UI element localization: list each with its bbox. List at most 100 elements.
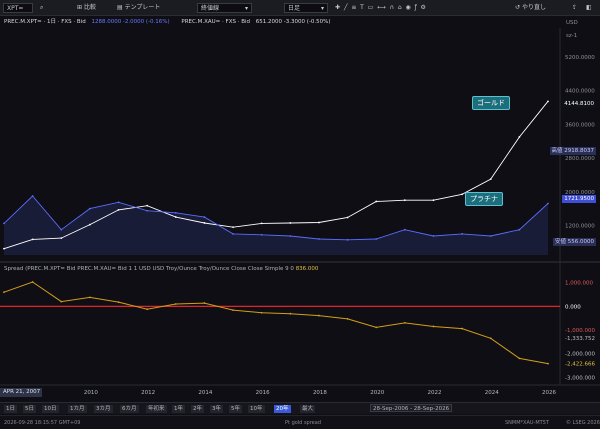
spread-tick-label: -1,333.752 xyxy=(565,336,595,342)
price-tick-label: 1200.0000 xyxy=(565,223,595,229)
spread-point xyxy=(260,311,263,314)
x-axis-label: 2026 xyxy=(542,390,556,396)
platinum-callout: プラチナ xyxy=(465,192,503,206)
platinum-point xyxy=(489,235,492,237)
gold-point xyxy=(232,226,234,229)
platinum-point xyxy=(60,228,63,231)
spread-line xyxy=(3,281,549,365)
spread-point xyxy=(232,309,234,312)
x-axis-label: 2012 xyxy=(141,390,156,396)
spread-point xyxy=(174,303,177,305)
period-button[interactable]: 1カ月 xyxy=(68,405,87,413)
gold-point xyxy=(461,193,464,196)
spread-pane-title: Spread (PREC.M.XPT= Bid PREC.M.XAU= Bid … xyxy=(4,266,318,272)
platinum-point xyxy=(146,209,149,212)
period-button[interactable]: 最大 xyxy=(300,405,316,413)
gold-point xyxy=(146,204,149,207)
gold-point xyxy=(174,216,177,218)
platinum-point xyxy=(318,238,320,240)
period-button[interactable]: 1年 xyxy=(172,405,185,413)
spread-value: 836.000 xyxy=(295,266,319,272)
spread-point xyxy=(289,312,292,315)
platinum-point xyxy=(174,211,177,214)
spread-point xyxy=(117,301,120,304)
gold-callout: ゴールド xyxy=(472,96,510,110)
platinum-point xyxy=(31,195,34,197)
platinum-point xyxy=(3,222,5,225)
status-right: SNMM*XAU-MT5T xyxy=(505,420,549,426)
spread-point xyxy=(318,314,320,317)
spread-point xyxy=(3,291,5,294)
spread-title-text: Spread (PREC.M.XPT= Bid PREC.M.XAU= Bid … xyxy=(4,266,294,272)
period-button[interactable]: 20年 xyxy=(274,405,291,413)
chart-svg[interactable]: 5200.00004400.00003600.00002800.00002000… xyxy=(0,0,600,429)
platinum-point xyxy=(203,216,206,218)
gold-point xyxy=(117,208,120,211)
platinum-point xyxy=(232,233,234,235)
gold-point xyxy=(31,238,34,241)
gold-point xyxy=(547,100,549,103)
spread-point xyxy=(88,296,91,299)
spread-point xyxy=(146,308,149,311)
period-button[interactable]: 年初来 xyxy=(146,405,167,413)
price-tick-label: 2800.0000 xyxy=(565,156,595,162)
x-axis-label: 2020 xyxy=(370,390,385,396)
high-tag: 高値 2918.8037 xyxy=(549,147,596,155)
platinum-point xyxy=(117,201,120,204)
gold-point xyxy=(203,222,206,224)
x-axis-label: 2016 xyxy=(255,390,270,396)
date-range-field[interactable]: 28-Sep-2006 - 28-Sep-2026 xyxy=(370,404,453,412)
period-button[interactable]: 5日 xyxy=(23,405,36,413)
x-axis-label: 2014 xyxy=(198,390,213,396)
platinum-point xyxy=(547,202,549,205)
spread-tick-label: 0.000 xyxy=(565,304,581,310)
period-button[interactable]: 2年 xyxy=(191,405,204,413)
gold-point xyxy=(403,199,406,202)
status-bar: 2026-09-28 18:15:57 GMT+09 Pt gold sprea… xyxy=(0,415,600,429)
status-timestamp: 2026-09-28 18:15:57 GMT+09 xyxy=(4,420,81,426)
spread-point xyxy=(60,300,63,303)
spread-tick-label: -3,000.000 xyxy=(565,375,595,381)
platinum-point xyxy=(403,228,406,231)
gold-point xyxy=(318,221,320,224)
platinum-point xyxy=(375,238,378,240)
period-button[interactable]: 1日 xyxy=(4,405,17,413)
period-button[interactable]: 10日 xyxy=(42,405,59,413)
period-button[interactable]: 10年 xyxy=(248,405,265,413)
platinum-point xyxy=(289,235,292,237)
spread-tick-label: 1,000.000 xyxy=(565,281,593,287)
spread-tick-label: -2,422.666 xyxy=(565,362,595,368)
platinum-point xyxy=(432,235,435,237)
gold-point xyxy=(289,222,292,224)
gold-price-tag: 4144.8100 xyxy=(562,100,596,108)
platinum-point xyxy=(346,238,349,241)
spread-point xyxy=(461,327,464,330)
period-bar: 1日 5日 10日 1カ月 3カ月 6カ月 年初来 1年 2年 3年 5年 10年 20年 最大 xyxy=(0,402,600,414)
gold-point xyxy=(260,222,263,225)
cursor-date-badge: APR 21, 2007 xyxy=(0,388,42,397)
platinum-point xyxy=(518,228,521,231)
platinum-price-tag: 1721.9500 xyxy=(562,195,596,203)
spread-point xyxy=(203,302,206,304)
platinum-point xyxy=(461,233,464,235)
price-tick-label: 5200.0000 xyxy=(565,55,595,61)
x-axis-label: 2018 xyxy=(312,390,327,396)
gold-point xyxy=(60,237,63,240)
gold-point xyxy=(346,216,349,219)
status-center: Pt gold spread xyxy=(285,420,321,426)
low-tag: 安値 556.0000 xyxy=(553,238,596,246)
gold-point xyxy=(518,136,521,138)
gold-point xyxy=(3,247,5,250)
platinum-point xyxy=(88,207,91,210)
period-button[interactable]: 5年 xyxy=(229,405,242,413)
period-button[interactable]: 3年 xyxy=(210,405,223,413)
gold-point xyxy=(432,199,435,202)
gold-point xyxy=(88,223,91,226)
spread-axis-ticks: 1,000.000 0.000 -1,000.000 -1,333.752 -2,000… xyxy=(565,281,595,382)
platinum-point xyxy=(260,233,263,236)
price-tick-label: 4400.0000 xyxy=(565,89,595,95)
spread-point xyxy=(375,326,378,329)
period-button[interactable]: 6カ月 xyxy=(120,405,139,413)
period-button[interactable]: 3カ月 xyxy=(94,405,113,413)
gold-point xyxy=(375,200,378,203)
